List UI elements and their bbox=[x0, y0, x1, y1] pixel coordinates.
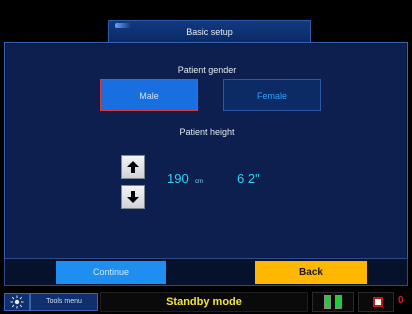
height-decrease-button[interactable] bbox=[121, 185, 145, 209]
height-increase-button[interactable] bbox=[121, 155, 145, 179]
gender-male-button[interactable]: Male bbox=[100, 79, 198, 111]
gender-female-button[interactable]: Female bbox=[223, 79, 321, 111]
continue-button[interactable]: Continue bbox=[56, 261, 166, 284]
window-title: Basic setup bbox=[108, 20, 311, 42]
status-bar: Tools menu Standby mode 0 bbox=[0, 290, 412, 314]
patient-height-label: Patient height bbox=[179, 127, 235, 137]
arrow-up-icon bbox=[127, 161, 139, 173]
action-bar: Continue Back bbox=[4, 258, 408, 286]
patient-gender-label: Patient gender bbox=[177, 65, 237, 75]
height-value: 190 bbox=[167, 171, 189, 186]
battery-icon bbox=[312, 292, 354, 312]
arrow-down-icon bbox=[127, 191, 139, 203]
alarm-count: 0 bbox=[398, 295, 404, 306]
tools-menu-button[interactable]: Tools menu bbox=[30, 293, 98, 311]
mode-indicator: Standby mode bbox=[100, 292, 308, 312]
height-unit: cm bbox=[195, 179, 203, 185]
sun-icon[interactable] bbox=[4, 293, 30, 311]
back-button[interactable]: Back bbox=[255, 261, 367, 284]
alarm-icon bbox=[373, 297, 383, 307]
setup-screen: Basic setup Patient gender Male Female P… bbox=[0, 0, 412, 314]
height-imperial: 6 2" bbox=[237, 171, 260, 186]
alarm-indicator[interactable] bbox=[358, 292, 394, 312]
setup-panel: Patient gender Male Female Patient heigh… bbox=[4, 42, 408, 260]
